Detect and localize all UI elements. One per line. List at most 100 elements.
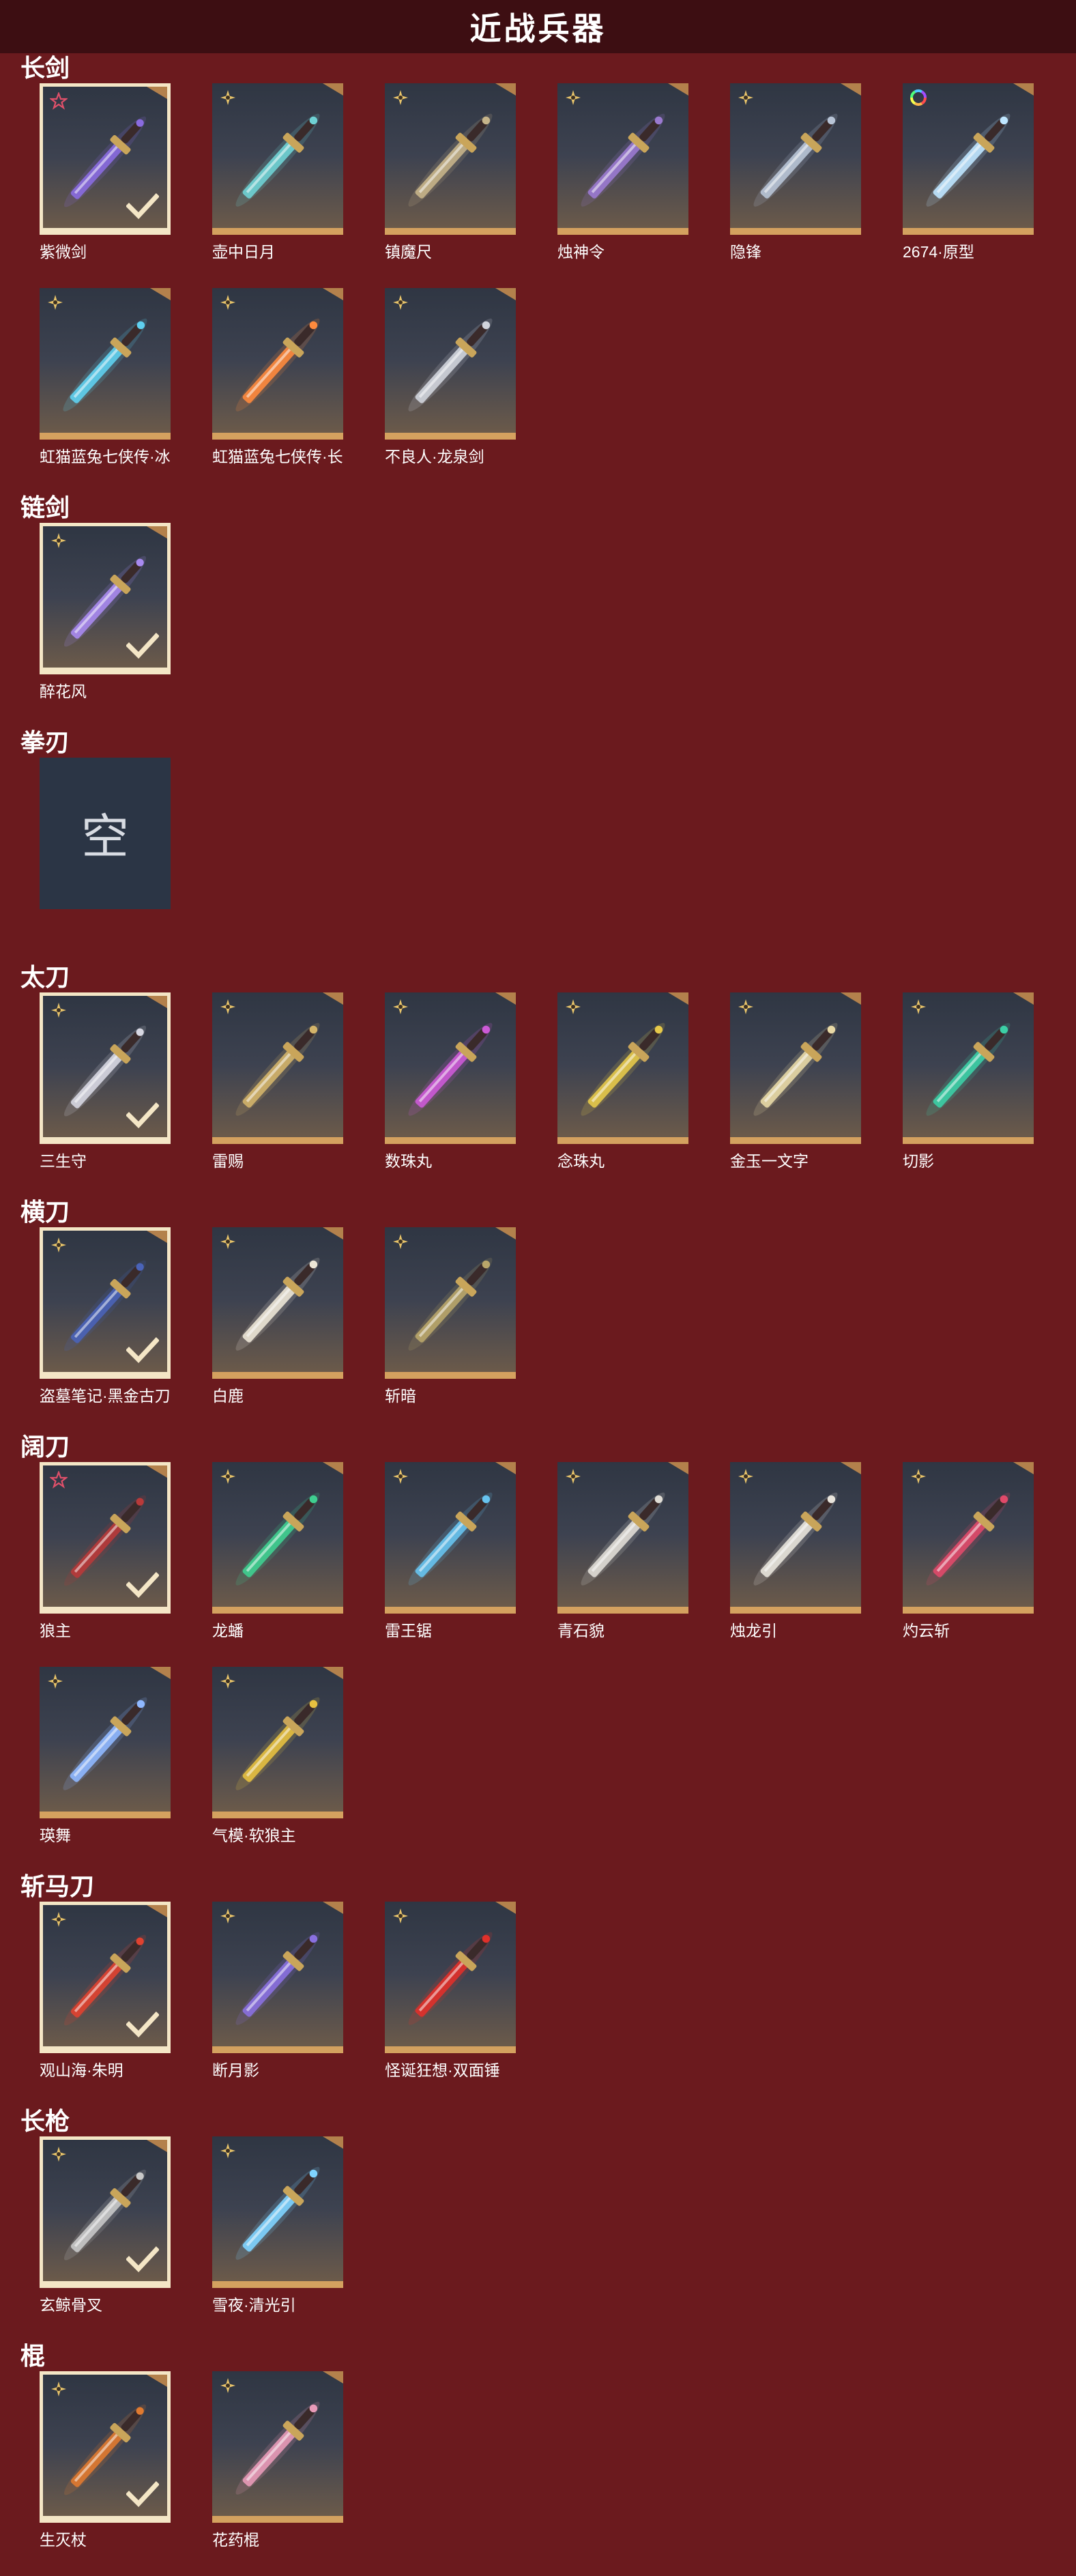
weapon-card[interactable]: 观山海·朱明: [40, 1902, 171, 2106]
weapon-card[interactable]: 狼主: [40, 1462, 171, 1667]
weapon-name: 雷赐: [212, 1152, 244, 1170]
weapon-name: 狼主: [40, 1622, 71, 1640]
weapon-catalog: 长剑紫微剑壶中日月镇魔尺烛神令隐锋2674·原型虹猫蓝兔七侠传·冰魄...虹猫蓝…: [0, 53, 1076, 2576]
weapon-card[interactable]: 烛龙引: [730, 1462, 861, 1667]
weapon-card[interactable]: 不良人·龙泉剑: [385, 288, 516, 493]
weapon-card[interactable]: 雷王锯: [385, 1462, 516, 1667]
weapon-card[interactable]: 灼云斩: [903, 1462, 1034, 1667]
weapon-thumbnail[interactable]: [212, 992, 343, 1144]
weapon-thumbnail[interactable]: [40, 1667, 171, 1818]
page-header: 近战兵器: [0, 0, 1076, 53]
weapon-thumbnail[interactable]: [385, 1902, 516, 2053]
weapon-card[interactable]: 龙蟠: [212, 1462, 343, 1667]
weapon-row: 玄鲸骨叉 雪夜·清光引: [40, 2136, 1076, 2341]
weapon-thumbnail[interactable]: [40, 2371, 171, 2523]
weapon-card[interactable]: 虹猫蓝兔七侠传·冰魄...: [40, 288, 171, 493]
weapon-thumbnail[interactable]: [557, 992, 688, 1144]
weapon-card[interactable]: 虹猫蓝兔七侠传·长虹...: [212, 288, 343, 493]
weapon-card[interactable]: 醉花风: [40, 523, 171, 728]
weapon-thumbnail[interactable]: [385, 83, 516, 235]
weapon-thumbnail[interactable]: [385, 1227, 516, 1379]
weapon-thumbnail[interactable]: [212, 83, 343, 235]
weapon-thumbnail[interactable]: [212, 2136, 343, 2288]
category-title: 太刀: [20, 963, 70, 991]
weapon-card[interactable]: 生灭杖: [40, 2371, 171, 2576]
category-title: 棍: [20, 2342, 46, 2370]
weapon-card[interactable]: 壶中日月: [212, 83, 343, 288]
weapon-thumbnail[interactable]: [40, 1227, 171, 1379]
weapon-card[interactable]: 盗墓笔记·黑金古刀: [40, 1227, 171, 1432]
weapon-card[interactable]: 隐锋: [730, 83, 861, 288]
weapon-thumbnail[interactable]: [385, 288, 516, 440]
rainbow-ring-icon: [910, 89, 927, 106]
weapon-card[interactable]: 2674·原型: [903, 83, 1034, 288]
weapon-card[interactable]: 金玉一文字: [730, 992, 861, 1197]
weapon-card[interactable]: 花药棍: [212, 2371, 343, 2576]
sparkle-badge-icon: [51, 2147, 66, 2162]
weapon-thumbnail[interactable]: [385, 1462, 516, 1614]
selected-check-icon: [126, 2012, 159, 2038]
sparkle-badge-icon: [220, 90, 235, 105]
weapon-card[interactable]: 镇魔尺: [385, 83, 516, 288]
weapon-category: 斩马刀 观山海·朱明 断月影 怪诞狂想·双面锤: [0, 1872, 1076, 2106]
weapon-thumbnail[interactable]: [903, 1462, 1034, 1614]
weapon-card[interactable]: 怪诞狂想·双面锤: [385, 1902, 516, 2106]
weapon-card[interactable]: 青石貌: [557, 1462, 688, 1667]
weapon-thumbnail[interactable]: [557, 1462, 688, 1614]
weapon-card[interactable]: 切影: [903, 992, 1034, 1197]
weapon-thumbnail[interactable]: [385, 992, 516, 1144]
weapon-thumbnail[interactable]: [40, 288, 171, 440]
weapon-name: 生灭杖: [40, 2531, 87, 2549]
weapon-thumbnail[interactable]: [40, 1902, 171, 2053]
weapon-thumbnail[interactable]: [212, 288, 343, 440]
star-badge-icon: [50, 92, 68, 110]
weapon-card[interactable]: 白鹿: [212, 1227, 343, 1432]
weapon-thumbnail[interactable]: [903, 83, 1034, 235]
weapon-card[interactable]: 数珠丸: [385, 992, 516, 1197]
weapon-card[interactable]: 玄鲸骨叉: [40, 2136, 171, 2341]
weapon-card[interactable]: 瑛舞: [40, 1667, 171, 1872]
weapon-thumbnail[interactable]: [557, 83, 688, 235]
weapon-row: 醉花风: [40, 523, 1076, 728]
weapon-thumbnail[interactable]: [730, 992, 861, 1144]
weapon-thumbnail[interactable]: [212, 2371, 343, 2523]
sparkle-badge-icon: [220, 1469, 235, 1484]
weapon-name: 花药棍: [212, 2531, 259, 2549]
weapon-category: 太刀 三生守 雷赐 数珠丸 念珠丸 金玉一文字 切影: [0, 962, 1076, 1197]
weapon-thumbnail[interactable]: [40, 83, 171, 235]
weapon-row: 观山海·朱明 断月影 怪诞狂想·双面锤: [40, 1902, 1076, 2106]
weapon-thumbnail[interactable]: [40, 992, 171, 1144]
weapon-card[interactable]: 烛神令: [557, 83, 688, 288]
weapon-card[interactable]: 斩暗: [385, 1227, 516, 1432]
empty-slot[interactable]: 空: [40, 758, 171, 962]
weapon-thumbnail[interactable]: [40, 2136, 171, 2288]
weapon-card[interactable]: 紫微剑: [40, 83, 171, 288]
weapon-thumbnail[interactable]: [212, 1667, 343, 1818]
weapon-thumbnail[interactable]: [40, 523, 171, 674]
sparkle-badge-icon: [738, 999, 753, 1014]
weapon-card[interactable]: 断月影: [212, 1902, 343, 2106]
weapon-thumbnail[interactable]: [730, 83, 861, 235]
weapon-card[interactable]: 气模·软狼主: [212, 1667, 343, 1872]
weapon-row: 狼主 龙蟠 雷王锯 青石貌 烛龙引 灼云斩: [40, 1462, 1076, 1667]
weapon-row: 虹猫蓝兔七侠传·冰魄... 虹猫蓝兔七侠传·长虹... 不良人·龙泉剑: [40, 288, 1076, 493]
weapon-card[interactable]: 三生守: [40, 992, 171, 1197]
weapon-card[interactable]: 雪夜·清光引: [212, 2136, 343, 2341]
weapon-thumbnail[interactable]: [40, 1462, 171, 1614]
weapon-thumbnail[interactable]: [730, 1462, 861, 1614]
weapon-name: 观山海·朱明: [40, 2061, 123, 2079]
weapon-name: 雪夜·清光引: [212, 2296, 296, 2314]
weapon-card[interactable]: 念珠丸: [557, 992, 688, 1197]
weapon-name: 断月影: [212, 2061, 259, 2079]
sparkle-badge-icon: [48, 1674, 63, 1689]
weapon-thumbnail[interactable]: [903, 992, 1034, 1144]
sparkle-badge-icon: [220, 999, 235, 1014]
sparkle-badge-icon: [51, 2381, 66, 2396]
selected-check-icon: [126, 2246, 159, 2273]
weapon-category: 横刀 盗墓笔记·黑金古刀 白鹿 斩暗: [0, 1197, 1076, 1432]
weapon-thumbnail[interactable]: [212, 1227, 343, 1379]
weapon-thumbnail[interactable]: [212, 1462, 343, 1614]
weapon-thumbnail[interactable]: 空: [40, 758, 171, 909]
weapon-thumbnail[interactable]: [212, 1902, 343, 2053]
weapon-card[interactable]: 雷赐: [212, 992, 343, 1197]
